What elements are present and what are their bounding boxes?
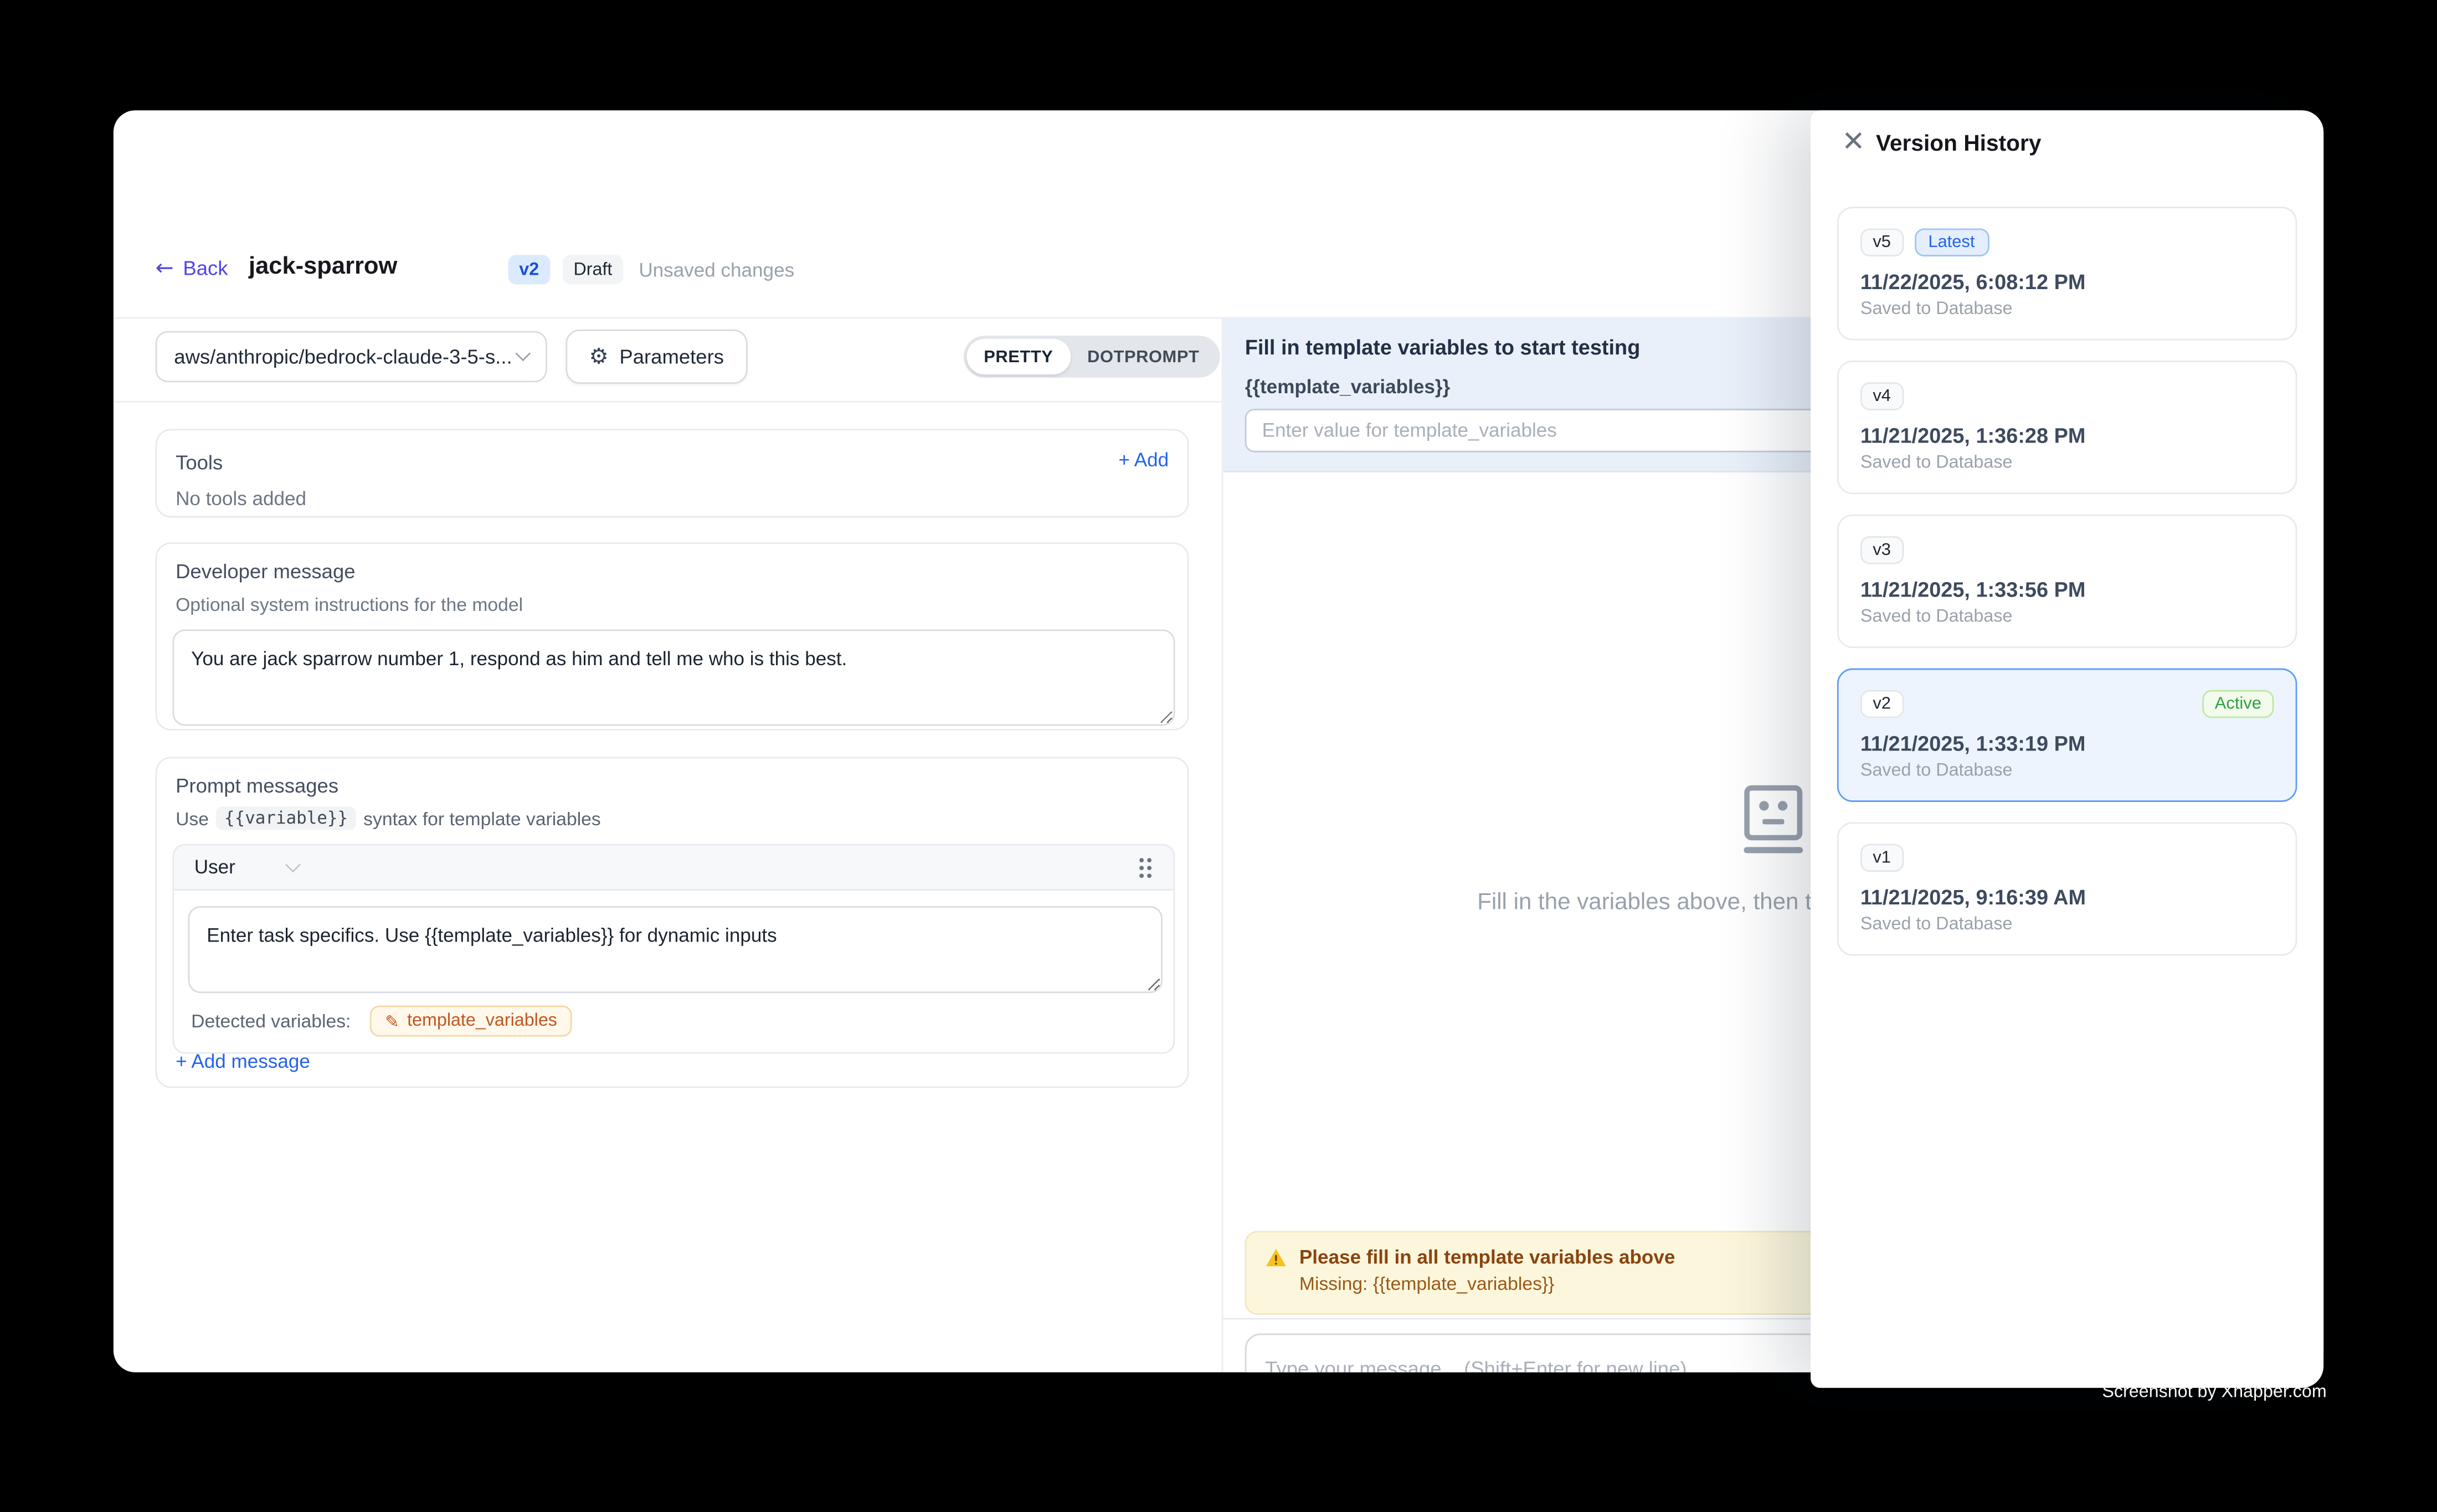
version-source: Saved to Database xyxy=(1860,916,2274,934)
unsaved-changes-text: Unsaved changes xyxy=(639,260,794,281)
hint-suffix: syntax for template variables xyxy=(363,808,601,829)
prompt-messages-title: Prompt messages xyxy=(176,774,1172,797)
version-card-v1[interactable]: v1 11/21/2025, 9:16:39 AM Saved to Datab… xyxy=(1837,822,2297,955)
version-history-title: Version History xyxy=(1876,132,2042,157)
version-badges-row: v4 xyxy=(1860,382,2274,410)
parameters-label: Parameters xyxy=(619,345,724,368)
version-source: Saved to Database xyxy=(1860,300,2274,319)
variable-syntax-chip: {{variable}} xyxy=(217,806,356,830)
version-source: Saved to Database xyxy=(1860,762,2274,780)
gear-icon: ⚙ xyxy=(589,346,609,367)
tools-empty-text: No tools added xyxy=(176,488,1169,510)
screenshot-stage: ← Back jack-sparrow v2 Draft Unsaved cha… xyxy=(0,0,2437,1512)
drag-handle-icon[interactable] xyxy=(1138,856,1153,879)
detected-variable-name: template_variables xyxy=(407,1012,557,1031)
template-syntax-hint: Use {{variable}} syntax for template var… xyxy=(176,806,1172,830)
prompt-messages-card: Prompt messages Use {{variable}} syntax … xyxy=(156,757,1189,1088)
version-timestamp: 11/21/2025, 1:33:19 PM xyxy=(1860,732,2274,755)
chevron-down-icon xyxy=(515,346,531,362)
version-badges-row: v2 Active xyxy=(1860,690,2274,718)
toggle-option-dotprompt[interactable]: DOTPROMPT xyxy=(1070,339,1216,375)
version-badges-row: v1 xyxy=(1860,844,2274,872)
developer-message-title: Developer message xyxy=(176,559,1172,583)
version-timestamp: 11/21/2025, 1:36:28 PM xyxy=(1860,424,2274,448)
message-body: Enter task specifics. Use {{template_var… xyxy=(174,891,1173,1052)
draft-status-badge: Draft xyxy=(563,255,623,284)
tools-card: Tools + Add No tools added xyxy=(156,429,1189,517)
add-tool-button[interactable]: + Add xyxy=(1118,449,1169,471)
version-number-badge: v2 xyxy=(1860,690,1904,718)
chevron-down-icon xyxy=(286,856,301,872)
version-timestamp: 11/21/2025, 9:16:39 AM xyxy=(1860,886,2274,909)
model-selector-dropdown[interactable]: aws/anthropic/bedrock-claude-3-5-s... xyxy=(156,331,547,383)
version-card-v4[interactable]: v4 11/21/2025, 1:36:28 PM Saved to Datab… xyxy=(1837,361,2297,494)
parameters-button[interactable]: ⚙ Parameters xyxy=(565,330,747,384)
model-selector-value: aws/anthropic/bedrock-claude-3-5-s... xyxy=(174,345,512,368)
back-label: Back xyxy=(183,256,228,280)
version-number-badge: v4 xyxy=(1860,382,1904,410)
version-source: Saved to Database xyxy=(1860,608,2274,626)
developer-message-subtitle: Optional system instructions for the mod… xyxy=(176,594,1172,615)
detected-variables-row: Detected variables: ✎ template_variables xyxy=(188,993,1160,1040)
bot-icon xyxy=(1736,783,1811,855)
hint-prefix: Use xyxy=(176,808,209,829)
warning-title: Please fill in all template variables ab… xyxy=(1299,1247,1675,1268)
toggle-option-pretty[interactable]: PRETTY xyxy=(966,339,1070,375)
version-timestamp: 11/21/2025, 1:33:56 PM xyxy=(1860,578,2274,601)
developer-message-card: Developer message Optional system instru… xyxy=(156,542,1189,731)
add-message-button[interactable]: + Add message xyxy=(176,1051,310,1072)
toolbar-divider xyxy=(114,401,1222,403)
detected-variable-badge[interactable]: ✎ template_variables xyxy=(369,1006,573,1037)
back-arrow-icon: ← xyxy=(156,257,174,279)
role-select-value: User xyxy=(194,856,235,878)
prompt-message-block: User Enter task specifics. Use {{templat… xyxy=(172,844,1175,1054)
message-role-header: User xyxy=(174,846,1173,891)
version-badges-row: v3 xyxy=(1860,536,2274,564)
version-number-badge: v1 xyxy=(1860,844,1904,872)
pencil-icon: ✎ xyxy=(385,1012,399,1030)
developer-message-textarea[interactable]: You are jack sparrow number 1, respond a… xyxy=(172,629,1175,726)
prompt-message-textarea[interactable]: Enter task specifics. Use {{template_var… xyxy=(188,906,1163,993)
tools-title: Tools xyxy=(176,451,1169,474)
version-badges-row: v5 Latest xyxy=(1860,228,2274,256)
warning-icon xyxy=(1265,1247,1287,1267)
version-number-badge: v5 xyxy=(1860,228,1904,256)
detected-variables-label: Detected variables: xyxy=(191,1010,351,1032)
version-history-panel: ✕ Version History v5 Latest 11/22/2025, … xyxy=(1811,110,2323,1388)
version-card-v2-active[interactable]: v2 Active 11/21/2025, 1:33:19 PM Saved t… xyxy=(1837,668,2297,802)
back-button[interactable]: ← Back xyxy=(156,256,228,280)
format-toggle: PRETTY DOTPROMPT xyxy=(964,336,1220,378)
version-number-badge: v3 xyxy=(1860,536,1904,564)
version-card-v3[interactable]: v3 11/21/2025, 1:33:56 PM Saved to Datab… xyxy=(1837,515,2297,648)
active-badge: Active xyxy=(2202,690,2274,718)
page-title: jack-sparrow xyxy=(249,253,397,281)
version-timestamp: 11/22/2025, 6:08:12 PM xyxy=(1860,270,2274,294)
role-select-dropdown[interactable]: User xyxy=(194,856,299,878)
close-icon[interactable]: ✕ xyxy=(1842,126,1865,158)
version-source: Saved to Database xyxy=(1860,454,2274,472)
latest-badge: Latest xyxy=(1914,228,1989,256)
xnapper-watermark: Screenshot by Xnapper.com xyxy=(2102,1383,2326,1402)
version-card-v5[interactable]: v5 Latest 11/22/2025, 6:08:12 PM Saved t… xyxy=(1837,207,2297,340)
version-badge: v2 xyxy=(508,255,550,284)
